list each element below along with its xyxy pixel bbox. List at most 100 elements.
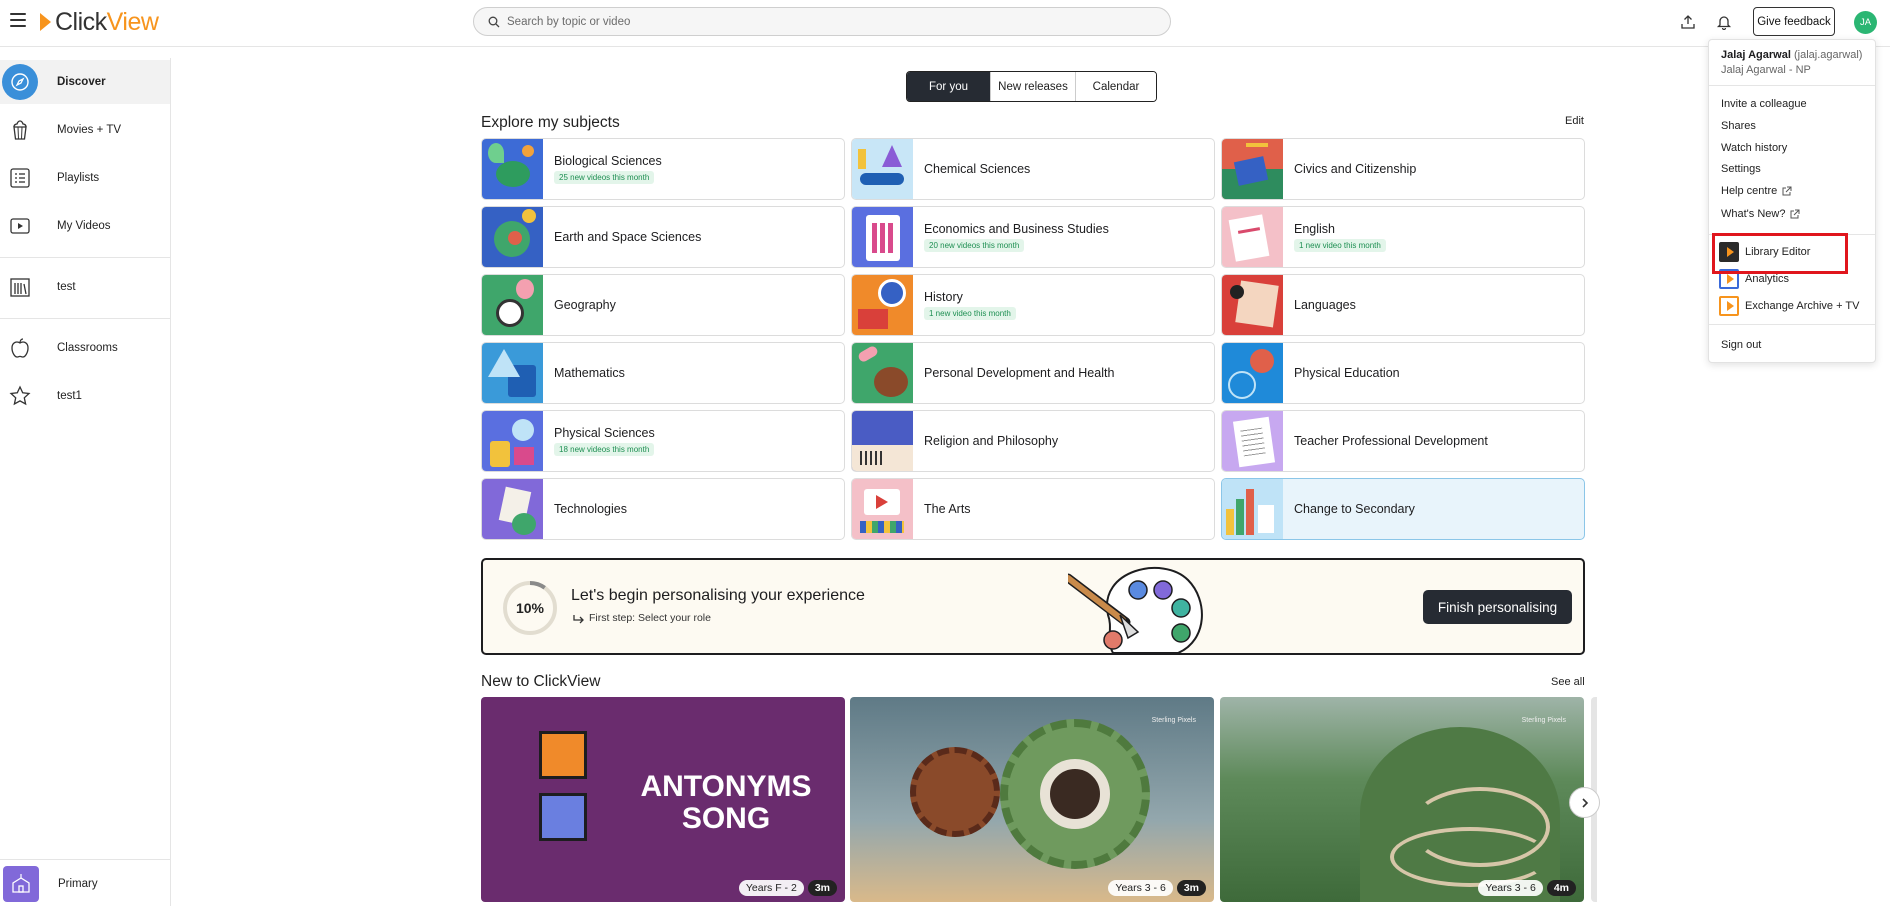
video-card-antonyms-song[interactable]: ANTONYMS SONG Years F - 2 3m xyxy=(481,697,845,902)
tab-new-releases[interactable]: New releases xyxy=(990,72,1075,101)
user-name: Jalaj Agarwal (jalaj.agarwal) xyxy=(1721,49,1863,61)
sidebar-item-label: Classrooms xyxy=(57,342,118,354)
sidebar-item-label: Discover xyxy=(57,76,106,88)
subject-card-mathematics[interactable]: Mathematics xyxy=(481,342,845,404)
sidebar-item-my-videos[interactable]: My Videos xyxy=(0,204,170,248)
personalise-banner: 10% Let's begin personalising your exper… xyxy=(481,558,1585,655)
avatar[interactable]: JA xyxy=(1854,11,1877,34)
edit-subjects-link[interactable]: Edit xyxy=(1565,115,1584,127)
sidebar-item-discover[interactable]: Discover xyxy=(0,60,170,104)
new-to-clickview-heading: New to ClickView xyxy=(481,673,601,690)
subject-thumbnail xyxy=(1222,343,1283,403)
subject-card-personal-development-and-health[interactable]: Personal Development and Health xyxy=(851,342,1215,404)
banner-subtitle[interactable]: First step: Select your role xyxy=(589,612,711,624)
subject-card-languages[interactable]: Languages xyxy=(1221,274,1585,336)
subject-name: Earth and Space Sciences xyxy=(554,230,702,244)
search-icon xyxy=(488,16,500,27)
chevron-right-icon xyxy=(1581,797,1588,808)
app-item-exchange-archive-tv[interactable]: Exchange Archive + TV xyxy=(1719,295,1859,317)
search-input[interactable] xyxy=(507,15,1127,28)
sidebar-item-label: Primary xyxy=(58,878,98,890)
subject-name: Personal Development and Health xyxy=(924,366,1115,380)
subject-card-history[interactable]: History 1 new video this month xyxy=(851,274,1215,336)
video-card-mountain-road[interactable]: Sterling Pixels Years 3 - 6 4m xyxy=(1220,697,1584,902)
new-videos-badge: 18 new videos this month xyxy=(554,443,655,456)
subject-thumbnail xyxy=(852,411,913,471)
menu-item-settings[interactable]: Settings xyxy=(1721,163,1761,175)
menu-item-whats-new[interactable]: What's New? xyxy=(1721,208,1800,220)
gear-small xyxy=(910,747,1000,837)
sidebar: Discover Movies + TV Playlists My Videos… xyxy=(0,58,171,906)
sidebar-item-classrooms[interactable]: Classrooms xyxy=(0,326,170,370)
subject-name: Languages xyxy=(1294,298,1356,312)
clickview-logo[interactable]: ClickView xyxy=(40,8,159,36)
subject-thumbnail xyxy=(852,139,913,199)
video-watermark: Sterling Pixels xyxy=(1521,717,1566,724)
menu-divider xyxy=(1709,234,1875,235)
subject-card-civics-and-citizenship[interactable]: Civics and Citizenship xyxy=(1221,138,1585,200)
carousel-next-button[interactable] xyxy=(1569,787,1600,818)
bell-icon[interactable] xyxy=(1714,12,1734,32)
sidebar-divider xyxy=(0,318,170,319)
sidebar-item-test1[interactable]: test1 xyxy=(0,374,170,418)
progress-percent: 10% xyxy=(515,600,545,616)
sidebar-item-movies-tv[interactable]: Movies + TV xyxy=(0,108,170,152)
sidebar-item-label: test xyxy=(57,281,76,293)
school-icon xyxy=(3,866,39,902)
sidebar-item-primary[interactable]: Primary xyxy=(0,862,170,906)
sidebar-item-label: Movies + TV xyxy=(57,124,122,136)
video-years: Years 3 - 6 xyxy=(1478,880,1543,896)
sidebar-divider xyxy=(0,859,170,860)
tab-calendar[interactable]: Calendar xyxy=(1075,72,1156,101)
subject-card-biological-sciences[interactable]: Biological Sciences 25 new videos this mo… xyxy=(481,138,845,200)
subject-card-physical-sciences[interactable]: Physical Sciences 18 new videos this mont… xyxy=(481,410,845,472)
external-link-icon xyxy=(1782,186,1792,195)
subject-name: Biological Sciences xyxy=(554,154,662,168)
video-card-gears[interactable]: Sterling Pixels Years 3 - 6 3m xyxy=(850,697,1214,902)
user-menu: Jalaj Agarwal (jalaj.agarwal) Jalaj Agar… xyxy=(1708,39,1876,363)
subject-name: Chemical Sciences xyxy=(924,162,1031,176)
menu-item-shares[interactable]: Shares xyxy=(1721,120,1756,132)
menu-item-sign-out[interactable]: Sign out xyxy=(1721,339,1761,351)
app-item-library-editor[interactable]: Library Editor xyxy=(1719,241,1810,263)
paint-palette-icon xyxy=(1068,566,1203,653)
tab-for-you[interactable]: For you xyxy=(907,72,990,101)
subject-thumbnail xyxy=(482,207,543,267)
menu-item-help-centre[interactable]: Help centre xyxy=(1721,185,1792,197)
banner-title: Let's begin personalising your experienc… xyxy=(571,587,865,604)
menu-divider xyxy=(1709,324,1875,325)
subject-card-religion-and-philosophy[interactable]: Religion and Philosophy xyxy=(851,410,1215,472)
subject-card-the-arts[interactable]: The Arts xyxy=(851,478,1215,540)
sidebar-item-playlists[interactable]: Playlists xyxy=(0,156,170,200)
give-feedback-button[interactable]: Give feedback xyxy=(1753,7,1835,36)
change-to-secondary-card[interactable]: Change to Secondary xyxy=(1221,478,1585,540)
menu-item-invite-colleague[interactable]: Invite a colleague xyxy=(1721,98,1807,110)
subject-card-technologies[interactable]: Technologies xyxy=(481,478,845,540)
library-editor-icon xyxy=(1719,242,1739,262)
user-org: Jalaj Agarwal - NP xyxy=(1721,64,1811,76)
subject-name: Change to Secondary xyxy=(1294,502,1415,516)
see-all-link[interactable]: See all xyxy=(1551,676,1585,688)
subject-card-chemical-sciences[interactable]: Chemical Sciences xyxy=(851,138,1215,200)
subject-thumbnail xyxy=(482,139,543,199)
search-bar[interactable] xyxy=(473,7,1171,36)
finish-personalising-button[interactable]: Finish personalising xyxy=(1423,590,1572,624)
menu-item-watch-history[interactable]: Watch history xyxy=(1721,142,1787,154)
video-thumbnail-shape xyxy=(539,793,587,841)
sidebar-item-test[interactable]: test xyxy=(0,265,170,309)
subject-name: Physical Education xyxy=(1294,366,1400,380)
library-icon xyxy=(2,269,38,305)
star-icon xyxy=(2,378,38,414)
upload-icon[interactable] xyxy=(1678,12,1698,32)
menu-icon[interactable] xyxy=(10,13,26,27)
subject-name: Technologies xyxy=(554,502,627,516)
subject-card-geography[interactable]: Geography xyxy=(481,274,845,336)
subject-card-teacher-professional-development[interactable]: Teacher Professional Development xyxy=(1221,410,1585,472)
video-watermark: Sterling Pixels xyxy=(1151,717,1196,724)
subject-card-english[interactable]: English 1 new video this month xyxy=(1221,206,1585,268)
subject-card-physical-education[interactable]: Physical Education xyxy=(1221,342,1585,404)
subject-card-earth-and-space-sciences[interactable]: Earth and Space Sciences xyxy=(481,206,845,268)
subject-card-economics-and-business-studies[interactable]: Economics and Business Studies 20 new vid… xyxy=(851,206,1215,268)
subject-name: Religion and Philosophy xyxy=(924,434,1059,448)
app-item-analytics[interactable]: Analytics xyxy=(1719,268,1789,290)
